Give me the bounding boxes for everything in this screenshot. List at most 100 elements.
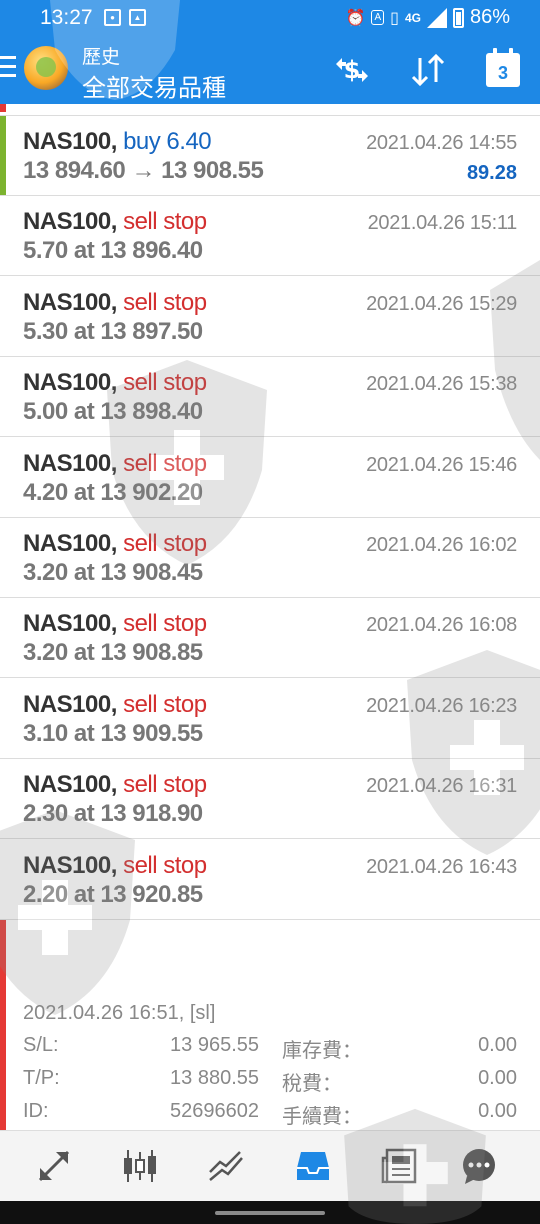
symbol: NAS100, [23,449,117,477]
symbol: NAS100, [23,610,117,638]
nav-quotes[interactable] [29,1143,79,1189]
order-action: sell stop [123,530,207,557]
order-detail: 2.20 at 13 920.85 [23,880,203,908]
order-action: sell stop [123,610,207,638]
order-detail: 4.20 at 13 902.20 [23,478,203,506]
signal-icon [426,7,447,28]
row-title: NAS100, sell stop [23,530,207,558]
history-row[interactable]: NAS100, sell stop 3.20 at 13 908.85 2021.0… [0,598,540,679]
sort-button[interactable] [408,50,448,90]
nav-news[interactable] [374,1143,424,1189]
quotes-tab-icon [38,1150,70,1182]
order-datetime: 2021.04.26 16:43 [366,855,517,878]
history-row[interactable]: NAS100, sell stop 5.30 at 13 897.50 2021.0… [0,276,540,357]
currency-exchange-button[interactable]: $ [332,50,372,90]
nav-chart[interactable] [115,1143,165,1189]
symbol: NAS100, [23,369,117,397]
sort-icon [411,53,445,87]
buy-indicator-bar [0,116,6,195]
row-title: NAS100, sell stop [23,450,207,478]
order-action: sell stop [123,771,207,799]
svg-text:$: $ [344,56,361,84]
screen: 13:27 ● ▲ ⏰ A ▯ 4G 86% 歷史 全部交易品種 $ 3 NAS… [0,0,540,1224]
id-value: 52696602 [170,1100,259,1122]
row-title: NAS100, sell stop [23,208,207,236]
order-datetime: 2021.04.26 16:23 [366,694,517,717]
row-title: NAS100, sell stop [23,852,207,880]
order-action: sell stop [123,288,207,316]
order-datetime: 2021.04.26 15:38 [366,373,517,396]
order-action: sell stop [123,208,207,236]
order-detail: 5.70 at 13 896.40 [23,237,203,265]
commission-label: 手續費： [282,1106,362,1128]
nav-history[interactable] [288,1143,338,1189]
home-indicator[interactable] [215,1211,325,1215]
history-row[interactable]: NAS100, sell stop 2.30 at 13 918.90 2021.0… [0,759,540,840]
header-title[interactable]: 全部交易品種 [82,68,226,103]
menu-icon[interactable] [0,56,16,78]
screen-record-icon: ● [104,9,121,26]
status-time: 13:27 [40,6,93,29]
tax-label: 稅費： [282,1073,342,1095]
expanded-details: 2021.04.26 16:51, [sl] S/L: 13 965.55 庫存… [0,920,540,1130]
row-title: NAS100, sell stop [23,610,207,638]
order-detail: 5.30 at 13 897.50 [23,317,203,345]
vibrate-icon: ▯ [390,9,399,27]
order-detail: 3.20 at 13 908.85 [23,639,203,667]
row-title: NAS100, sell stop [23,691,207,719]
history-row[interactable]: NAS100, sell stop 4.20 at 13 902.20 2021.0… [0,437,540,518]
symbol: NAS100, [23,530,117,557]
network-type: 4G [404,10,421,25]
order-action: sell stop [123,690,207,718]
alarm-icon: ⏰ [345,9,366,27]
row-title: NAS100, sell stop [23,369,207,397]
order-detail: 2.30 at 13 918.90 [23,800,203,828]
history-row[interactable]: NAS100, buy 6.40 13 894.60 → 13 908.55 202… [0,116,540,196]
partial-row [0,104,540,116]
sl-label: S/L: [23,1034,59,1056]
history-row[interactable]: NAS100, sell stop 5.00 at 13 898.40 2021.0… [0,357,540,438]
tp-label: T/P: [23,1067,60,1089]
history-row[interactable]: NAS100, sell stop 3.10 at 13 909.55 2021.0… [0,678,540,759]
history-row[interactable]: NAS100, sell stop 2.20 at 13 920.85 2021.0… [0,839,540,920]
symbol: NAS100, [23,208,117,236]
order-datetime: 2021.04.26 16:08 [366,614,517,637]
symbol: NAS100, [23,690,117,718]
nav-trade[interactable] [201,1143,251,1189]
battery-icon [452,7,464,28]
order-action: sell stop [123,851,207,879]
system-nav-bar [0,1201,540,1224]
chart-tab-icon [124,1150,156,1182]
order-datetime: 2021.04.26 15:11 [367,212,518,235]
order-datetime: 2021.04.26 15:29 [366,292,517,315]
id-label: ID: [23,1100,49,1122]
order-detail: 3.10 at 13 909.55 [23,719,203,747]
nav-messages[interactable] [454,1143,504,1189]
order-detail: 13 894.60 → 13 908.55 [23,157,264,184]
news-tab-icon [381,1148,417,1184]
swap-value: 0.00 [478,1034,517,1056]
row-title: NAS100, sell stop [23,289,207,317]
order-action: buy 6.40 [123,128,212,155]
order-detail: 5.00 at 13 898.40 [23,398,203,426]
order-datetime: 2021.04.26 16:31 [366,775,517,798]
history-row[interactable]: NAS100, sell stop 5.70 at 13 896.40 2021.0… [0,196,540,277]
history-row[interactable]: NAS100, sell stop 3.20 at 13 908.45 2021.0… [0,518,540,598]
calendar-button[interactable]: 3 [483,48,523,90]
sl-value: 13 965.55 [170,1034,259,1056]
currency-exchange-icon: $ [336,56,368,84]
row-title: NAS100, sell stop [23,771,207,799]
symbol: NAS100, [23,851,117,879]
tp-value: 13 880.55 [170,1067,259,1089]
calendar-icon: 3 [486,48,520,87]
symbol: NAS100, [23,771,117,799]
gallery-icon: ▲ [129,9,146,26]
symbol: NAS100, [23,128,117,155]
swap-label: 庫存費： [282,1040,362,1062]
symbol: NAS100, [23,288,117,316]
order-action: sell stop [123,369,207,397]
status-bar: 13:27 ● ▲ ⏰ A ▯ 4G 86% [0,0,540,36]
tax-value: 0.00 [478,1067,517,1089]
messages-tab-icon [463,1149,495,1184]
order-detail: 3.20 at 13 908.45 [23,559,203,586]
